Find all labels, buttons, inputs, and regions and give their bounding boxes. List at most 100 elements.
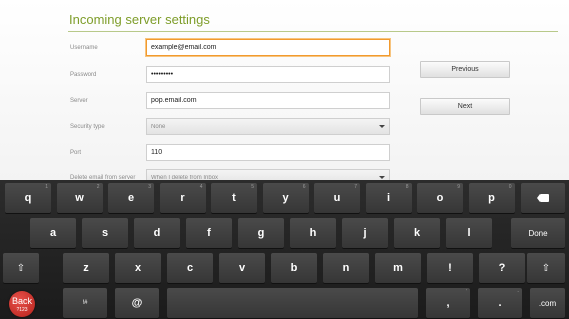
select-field[interactable]: When I delete from Inbox bbox=[146, 169, 390, 180]
field-label: Port bbox=[70, 150, 82, 156]
key-l[interactable]: l bbox=[446, 218, 492, 248]
key-label: t bbox=[232, 192, 236, 204]
key-hint: 7 bbox=[354, 184, 357, 190]
field-label: Username bbox=[70, 45, 98, 51]
comma-hint: ' bbox=[466, 289, 467, 295]
key-o[interactable]: o9 bbox=[417, 183, 463, 213]
field-value: ••••••••• bbox=[151, 71, 174, 78]
at-key[interactable]: @ bbox=[115, 288, 159, 318]
period-label: . bbox=[498, 297, 502, 309]
shift-icon: ⇧ bbox=[16, 262, 26, 274]
key-t[interactable]: t5 bbox=[211, 183, 257, 213]
symbols-key[interactable]: !# bbox=[63, 288, 107, 318]
key-i[interactable]: i8 bbox=[365, 183, 412, 213]
select-field[interactable]: None bbox=[146, 118, 390, 135]
key-label: l bbox=[467, 227, 471, 239]
title-divider bbox=[68, 31, 558, 32]
key-label: v bbox=[238, 262, 246, 274]
key-d[interactable]: d bbox=[134, 218, 180, 248]
on-screen-keyboard: q1w2e3r4t5y6u7i8o9p0 asdfghjkl Done ⇧ zx… bbox=[0, 180, 569, 319]
key-label: n bbox=[342, 262, 350, 274]
previous-button[interactable]: Previous bbox=[420, 61, 510, 78]
key-hint: 2 bbox=[96, 184, 100, 190]
key-h[interactable]: h bbox=[290, 218, 336, 248]
key-question[interactable]: ? bbox=[479, 253, 525, 283]
comma-label: , bbox=[446, 297, 450, 309]
text-field[interactable]: 110 bbox=[146, 144, 390, 161]
field-label: Password bbox=[70, 72, 97, 78]
shift-icon: ⇧ bbox=[541, 262, 551, 274]
key-label: e bbox=[127, 192, 135, 204]
back-sub-label: ?123 bbox=[16, 307, 28, 313]
key-v[interactable]: v bbox=[219, 253, 265, 283]
key-w[interactable]: w2 bbox=[56, 183, 103, 213]
back-button[interactable]: Back ?123 bbox=[9, 291, 35, 317]
key-label: o bbox=[436, 192, 444, 204]
key-label: m bbox=[393, 262, 403, 274]
back-label: Back bbox=[11, 296, 32, 306]
text-field[interactable]: example@email.com bbox=[146, 39, 390, 56]
key-f[interactable]: f bbox=[186, 218, 232, 248]
key-exclamation[interactable]: ! bbox=[427, 253, 473, 283]
key-k[interactable]: k bbox=[394, 218, 440, 248]
key-c[interactable]: c bbox=[167, 253, 213, 283]
field-value: example@email.com bbox=[151, 44, 217, 51]
comma-key[interactable]: , ' bbox=[426, 288, 470, 318]
key-label: f bbox=[207, 227, 211, 239]
key-x[interactable]: x bbox=[115, 253, 161, 283]
field-value: 110 bbox=[151, 149, 163, 156]
shift-key-left[interactable]: ⇧ bbox=[3, 253, 39, 283]
key-label: q bbox=[24, 192, 32, 204]
key-n[interactable]: n bbox=[323, 253, 369, 283]
key-label: p bbox=[488, 192, 495, 204]
key-m[interactable]: m bbox=[375, 253, 421, 283]
chevron-down-icon bbox=[379, 125, 385, 128]
key-j[interactable]: j bbox=[342, 218, 388, 248]
key-hint: 0 bbox=[508, 184, 512, 190]
next-button[interactable]: Next bbox=[420, 98, 510, 115]
key-label: c bbox=[186, 262, 194, 274]
dotcom-key[interactable]: .com bbox=[530, 288, 565, 318]
key-a[interactable]: a bbox=[30, 218, 76, 248]
key-u[interactable]: u7 bbox=[314, 183, 360, 213]
key-hint: 8 bbox=[405, 184, 409, 190]
key-label: h bbox=[309, 227, 317, 239]
key-r[interactable]: r4 bbox=[159, 183, 206, 213]
done-key[interactable]: Done bbox=[511, 218, 565, 248]
key-label: ! bbox=[448, 262, 452, 274]
key-p[interactable]: p0 bbox=[468, 183, 515, 213]
key-hint: 1 bbox=[45, 184, 48, 190]
key-label: w bbox=[75, 192, 84, 204]
key-q[interactable]: q1 bbox=[5, 183, 51, 213]
field-label: Server bbox=[70, 98, 88, 104]
key-label: s bbox=[101, 227, 109, 239]
space-key[interactable] bbox=[167, 288, 418, 318]
text-field[interactable]: ••••••••• bbox=[146, 66, 390, 83]
key-e[interactable]: e3 bbox=[108, 183, 154, 213]
key-label: b bbox=[290, 262, 298, 274]
backspace-key[interactable] bbox=[521, 183, 565, 213]
key-hint: 6 bbox=[302, 184, 306, 190]
key-label: a bbox=[49, 227, 57, 239]
key-label: y bbox=[282, 192, 289, 204]
key-label: ? bbox=[498, 262, 506, 274]
key-label: u bbox=[333, 192, 341, 204]
key-y[interactable]: y6 bbox=[262, 183, 309, 213]
settings-form: Incoming server settings Username example… bbox=[0, 0, 569, 180]
key-label: x bbox=[134, 262, 142, 274]
key-s[interactable]: s bbox=[82, 218, 128, 248]
key-g[interactable]: g bbox=[238, 218, 284, 248]
key-hint: 9 bbox=[457, 184, 460, 190]
text-field[interactable]: pop.email.com bbox=[146, 92, 390, 109]
key-b[interactable]: b bbox=[271, 253, 317, 283]
key-hint: 5 bbox=[251, 184, 254, 190]
key-label: d bbox=[153, 227, 161, 239]
period-hint: - bbox=[517, 289, 519, 295]
key-label: k bbox=[413, 227, 421, 239]
key-hint: 3 bbox=[148, 184, 151, 190]
key-label: g bbox=[257, 227, 265, 239]
period-key[interactable]: . - bbox=[478, 288, 522, 318]
key-z[interactable]: z bbox=[63, 253, 109, 283]
shift-key-right[interactable]: ⇧ bbox=[527, 253, 565, 283]
key-label: z bbox=[83, 262, 89, 274]
